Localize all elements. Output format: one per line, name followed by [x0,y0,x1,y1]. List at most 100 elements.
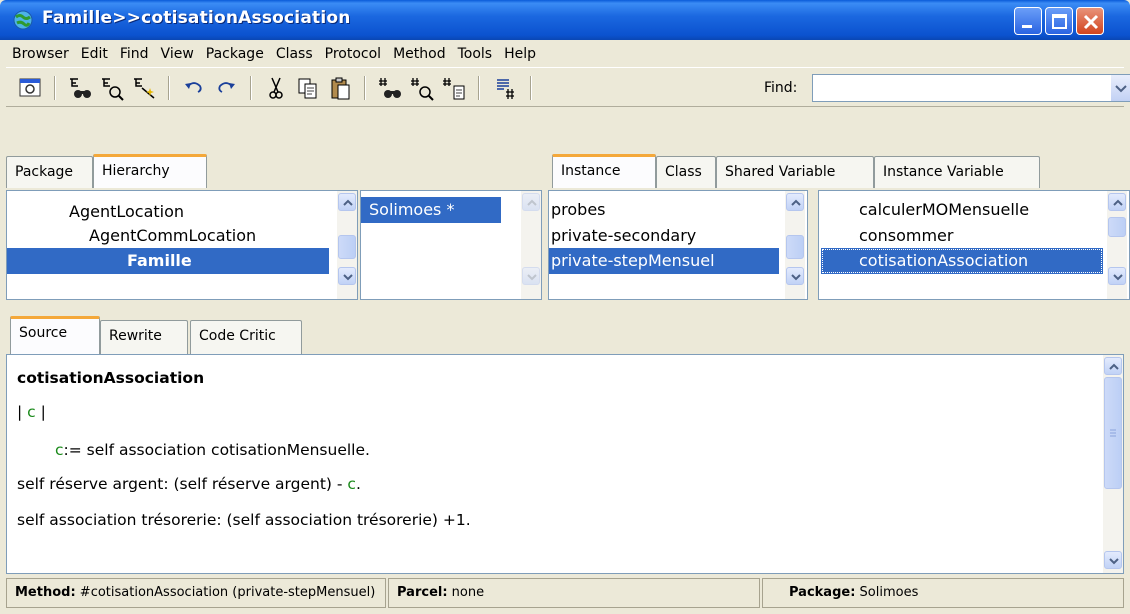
scroll-thumb[interactable] [338,235,356,259]
scroll-down-button[interactable] [786,267,804,285]
code-variable: c [55,441,64,459]
statement-line: self association trésorerie: (self assoc… [17,511,471,529]
paste-button[interactable] [326,74,354,102]
list-item-label: cotisationAssociation [859,251,1029,270]
copy-button[interactable] [294,74,322,102]
close-button[interactable] [1076,7,1104,35]
status-method: Method: #cotisationAssociation (private-… [6,578,386,608]
vertical-scrollbar[interactable] [785,191,805,299]
tab-hierarchy[interactable]: Hierarchy [93,154,207,188]
menu-find[interactable]: Find [114,43,155,65]
toolbar-separator [168,76,170,100]
method-name-line: cotisationAssociation [17,369,205,387]
status-parcel-label: Parcel: [397,585,448,600]
variables-button[interactable] [492,74,520,102]
maximize-button[interactable] [1045,7,1073,35]
chevron-up-icon [527,199,537,206]
scroll-up-button[interactable] [522,193,540,211]
menu-tools[interactable]: Tools [452,43,499,65]
menu-browser[interactable]: Browser [6,43,75,65]
tab-instance[interactable]: Instance [552,154,656,188]
list-hash-icon [497,79,514,99]
hierarchy-magnifier-icon [102,78,124,101]
chevron-up-icon [1113,199,1123,206]
list-item[interactable]: AgentLocation [69,199,184,225]
list-item-selected[interactable]: Solimoes * [361,197,501,223]
tab-source[interactable]: Source [10,316,100,354]
minimize-button[interactable] [1014,7,1042,35]
paste-icon [331,77,350,100]
tab-package[interactable]: Package [6,156,93,188]
globe-icon [13,10,33,30]
scroll-down-button[interactable] [522,267,540,285]
menu-edit[interactable]: Edit [75,43,114,65]
toolbar-separator [478,76,480,100]
package-list[interactable]: Solimoes * [360,190,542,300]
tab-instance-variable[interactable]: Instance Variable [874,156,1040,188]
browse-implementors-button[interactable] [130,74,158,102]
menu-bar: Browser Edit Find View Package Class Pro… [6,40,1124,67]
menu-view[interactable]: View [155,43,200,65]
cut-button[interactable] [262,74,290,102]
code-text: := self association cotisationMensuelle. [63,441,370,459]
toolbar-separator [54,76,56,100]
find-dropdown-button[interactable] [1111,74,1130,102]
class-hierarchy-list[interactable]: AgentLocation AgentCommLocation Famille [6,190,358,300]
list-item[interactable]: consommer [859,223,953,249]
scroll-thumb[interactable] [786,235,804,259]
tab-rewrite[interactable]: Rewrite [100,320,188,354]
tab-class[interactable]: Class [656,156,716,188]
method-references-button[interactable] [408,74,436,102]
redo-button[interactable] [212,74,240,102]
vertical-scrollbar[interactable] [337,191,357,299]
browse-references-button[interactable] [98,74,126,102]
menu-package[interactable]: Package [200,43,270,65]
redo-icon [218,82,235,93]
find-input[interactable] [812,74,1112,102]
scroll-down-button[interactable] [1104,551,1122,569]
list-item[interactable]: probes [551,197,606,223]
close-icon [1083,14,1099,30]
open-browser-button[interactable] [16,74,44,102]
method-senders-button[interactable] [440,74,468,102]
vertical-scrollbar[interactable] [521,191,541,299]
vertical-scrollbar[interactable] [1107,191,1127,299]
menu-method[interactable]: Method [387,43,452,65]
list-item[interactable]: private-secondary [551,223,696,249]
chevron-down-icon [1109,558,1119,565]
hash-binoculars-icon [379,78,401,98]
list-item-selected[interactable]: cotisationAssociation [821,248,1103,274]
list-item-selected[interactable]: Famille [7,248,329,274]
scroll-down-button[interactable] [338,267,356,285]
list-item-selected[interactable]: private-stepMensuel [549,248,779,274]
list-item[interactable]: AgentCommLocation [89,223,256,249]
find-class-button[interactable] [66,74,94,102]
scroll-up-button[interactable] [1104,357,1122,375]
scroll-up-button[interactable] [338,193,356,211]
find-method-button[interactable] [376,74,404,102]
menu-class[interactable]: Class [270,43,319,65]
menu-help[interactable]: Help [498,43,542,65]
method-list[interactable]: calculerMOMensuelle consommer cotisation… [818,190,1130,300]
scroll-thumb[interactable] [1104,377,1122,489]
tab-code-critic[interactable]: Code Critic [190,320,302,354]
scroll-thumb[interactable] [1108,217,1126,237]
chevron-up-icon [791,199,801,206]
source-code-editor[interactable]: cotisationAssociation | c | c:= self ass… [6,354,1124,574]
chevron-down-icon [1115,85,1127,93]
scroll-down-button[interactable] [1108,267,1126,285]
list-item[interactable]: calculerMOMensuelle [859,197,1029,223]
find-label: Find: [764,80,798,96]
undo-icon [185,82,202,93]
vertical-scrollbar[interactable] [1103,355,1123,573]
menu-protocol[interactable]: Protocol [319,43,387,65]
chevron-down-icon [343,274,353,281]
chevron-down-icon [1113,274,1123,281]
protocol-list[interactable]: probes private-secondary private-stepMen… [548,190,808,300]
tab-shared-variable[interactable]: Shared Variable [716,156,874,188]
scroll-up-button[interactable] [1108,193,1126,211]
title-bar[interactable]: Famille>>cotisationAssociation [0,0,1130,40]
toolbar-separator [250,76,252,100]
undo-button[interactable] [180,74,208,102]
scroll-up-button[interactable] [786,193,804,211]
